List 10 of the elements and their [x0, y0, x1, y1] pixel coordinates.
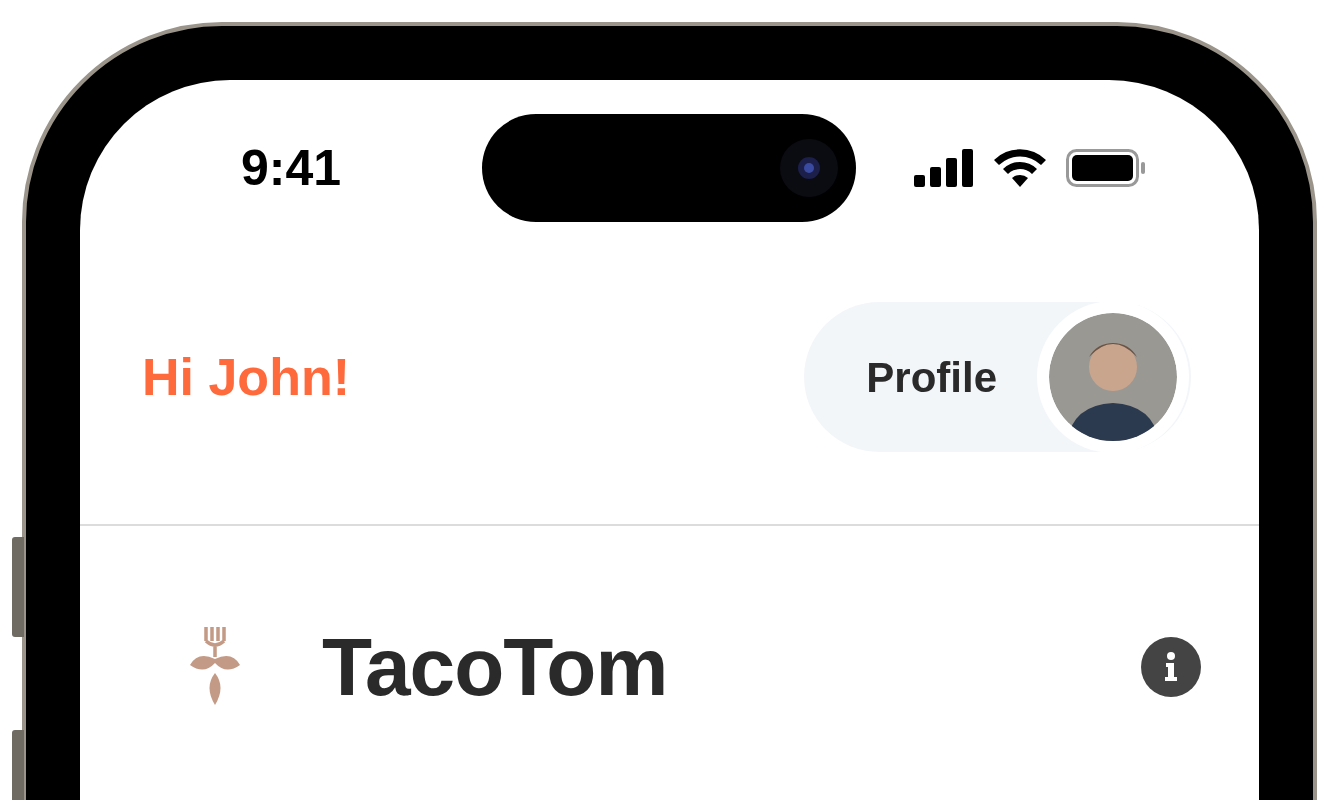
profile-button[interactable]: Profile	[804, 302, 1191, 452]
greeting: Hi John!	[142, 351, 350, 403]
camera-icon	[780, 139, 838, 197]
fork-leaf-logo-icon	[190, 627, 240, 707]
status-time: 9:41	[240, 143, 342, 193]
info-icon[interactable]	[1141, 637, 1201, 697]
battery-icon	[1066, 149, 1146, 187]
restaurant-name: TacoTom	[322, 626, 668, 708]
wifi-icon	[994, 149, 1046, 187]
signal-icon	[914, 149, 974, 187]
